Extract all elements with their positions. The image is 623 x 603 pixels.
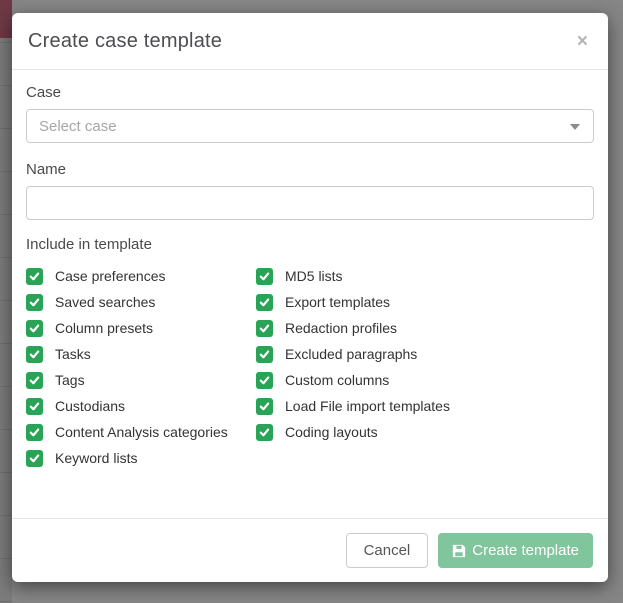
checkbox-label: MD5 lists	[285, 268, 343, 284]
create-template-label: Create template	[472, 542, 579, 559]
case-select-placeholder: Select case	[39, 118, 117, 135]
checkbox-label: Tags	[55, 372, 85, 388]
checkbox-label: Keyword lists	[55, 450, 137, 466]
checkbox-label: Custom columns	[285, 372, 389, 388]
checkbox-checked-icon[interactable]	[26, 294, 43, 311]
save-icon	[452, 544, 466, 558]
checkbox-checked-icon[interactable]	[256, 268, 273, 285]
checkbox-checked-icon[interactable]	[256, 320, 273, 337]
checkbox-row[interactable]: Excluded paragraphs	[256, 341, 450, 367]
checkbox-row[interactable]: Content Analysis categories	[26, 419, 256, 445]
checkbox-checked-icon[interactable]	[26, 268, 43, 285]
checkbox-label: Case preferences	[55, 268, 166, 284]
checkbox-checked-icon[interactable]	[256, 398, 273, 415]
checkbox-row[interactable]: Coding layouts	[256, 419, 450, 445]
checkbox-checked-icon[interactable]	[256, 294, 273, 311]
checkbox-row[interactable]: Export templates	[256, 289, 450, 315]
checkbox-label: Saved searches	[55, 294, 155, 310]
checkbox-row[interactable]: Load File import templates	[256, 393, 450, 419]
checkbox-row[interactable]: Tasks	[26, 341, 256, 367]
dialog-title: Create case template	[28, 30, 222, 53]
checkbox-label: Excluded paragraphs	[285, 346, 417, 362]
checkbox-checked-icon[interactable]	[26, 398, 43, 415]
checkbox-checked-icon[interactable]	[256, 424, 273, 441]
checkbox-label: Custodians	[55, 398, 125, 414]
checkbox-label: Export templates	[285, 294, 390, 310]
checkbox-row[interactable]: Case preferences	[26, 263, 256, 289]
checkbox-label: Tasks	[55, 346, 91, 362]
checkbox-row[interactable]: MD5 lists	[256, 263, 450, 289]
close-icon[interactable]: ×	[573, 30, 592, 53]
include-in-template-label: Include in template	[26, 236, 594, 253]
checkbox-label: Redaction profiles	[285, 320, 397, 336]
dialog-footer: Cancel Create template	[12, 518, 608, 582]
checkbox-checked-icon[interactable]	[26, 346, 43, 363]
checkbox-row[interactable]: Tags	[26, 367, 256, 393]
checkbox-checked-icon[interactable]	[26, 424, 43, 441]
dialog-header: Create case template ×	[12, 13, 608, 70]
checkbox-checked-icon[interactable]	[256, 346, 273, 363]
chevron-down-icon	[570, 124, 580, 130]
checkbox-row[interactable]: Column presets	[26, 315, 256, 341]
dimmed-page-background	[0, 0, 12, 603]
checkbox-checked-icon[interactable]	[26, 320, 43, 337]
cancel-button[interactable]: Cancel	[346, 533, 429, 568]
dimmed-navbar-fragment	[0, 0, 12, 38]
checkbox-row[interactable]: Custodians	[26, 393, 256, 419]
create-case-template-dialog: Create case template × Case Select case …	[12, 13, 608, 582]
checkbox-label: Coding layouts	[285, 424, 378, 440]
case-select[interactable]: Select case	[26, 109, 594, 143]
checkbox-row[interactable]: Redaction profiles	[256, 315, 450, 341]
include-options-left-column: Case preferences Saved searches	[26, 263, 256, 471]
checkbox-checked-icon[interactable]	[26, 450, 43, 467]
checkbox-label: Column presets	[55, 320, 153, 336]
checkbox-row[interactable]: Saved searches	[26, 289, 256, 315]
checkbox-row[interactable]: Custom columns	[256, 367, 450, 393]
checkbox-label: Load File import templates	[285, 398, 450, 414]
name-label: Name	[26, 161, 594, 178]
checkbox-checked-icon[interactable]	[26, 372, 43, 389]
case-label: Case	[26, 84, 594, 101]
checkbox-checked-icon[interactable]	[256, 372, 273, 389]
include-options: Case preferences Saved searches	[26, 263, 594, 471]
name-input[interactable]	[26, 186, 594, 220]
include-options-right-column: MD5 lists Export templates	[256, 263, 450, 471]
dialog-body: Case Select case Name Include in templat…	[12, 70, 608, 471]
checkbox-row[interactable]: Keyword lists	[26, 445, 256, 471]
checkbox-label: Content Analysis categories	[55, 424, 228, 440]
create-template-button[interactable]: Create template	[438, 533, 593, 568]
